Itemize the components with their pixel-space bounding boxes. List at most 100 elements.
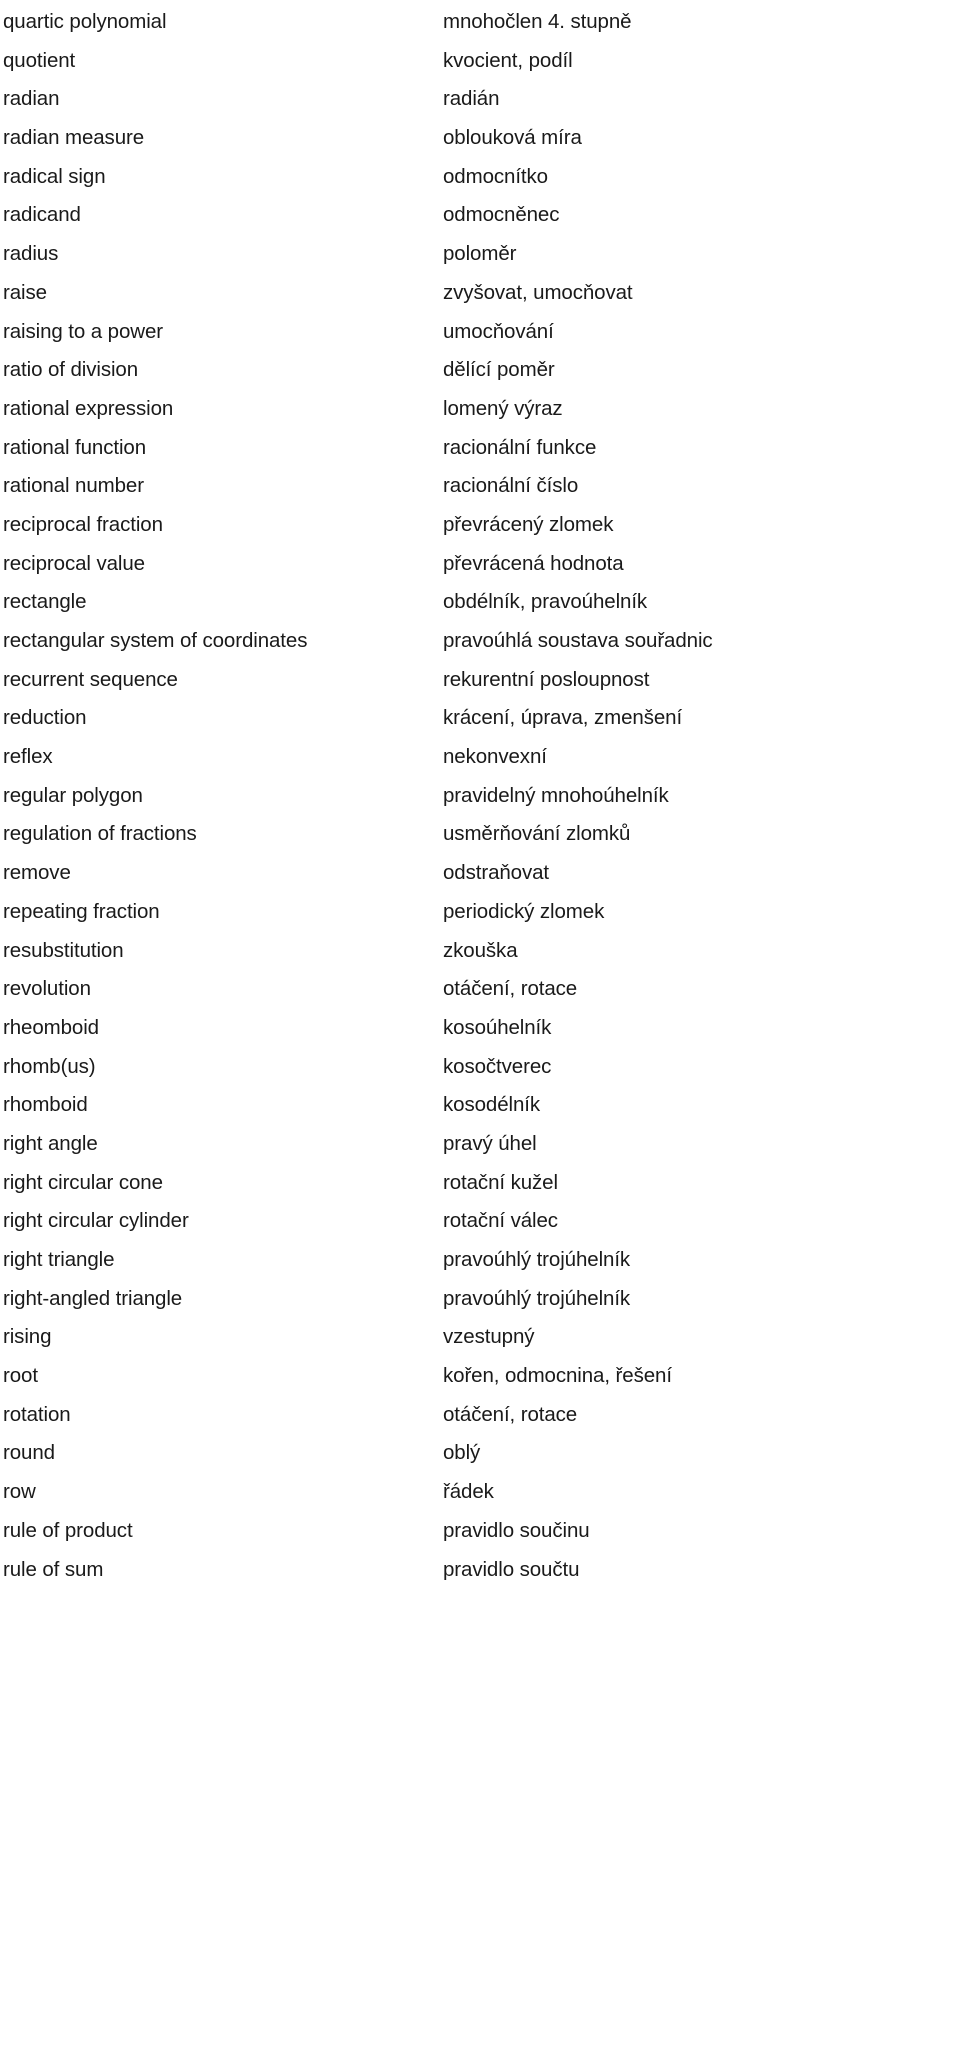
glossary-row: quartic polynomial mnohočlen 4. stupně <box>0 7 960 46</box>
glossary-row: right circular cone rotační kužel <box>0 1168 960 1207</box>
term-czech: radián <box>443 87 500 111</box>
term-czech: kořen, odmocnina, řešení <box>443 1364 672 1388</box>
term-czech: odmocnítko <box>443 164 548 188</box>
glossary-row: recurrent sequence rekurentní posloupnost <box>0 665 960 704</box>
glossary-row: rational expression lomený výraz <box>0 394 960 433</box>
glossary-row: radical sign odmocnítko <box>0 162 960 201</box>
glossary-row: rational function racionální funkce <box>0 433 960 472</box>
glossary-row: right circular cylinder rotační válec <box>0 1206 960 1245</box>
glossary-row: round oblý <box>0 1438 960 1477</box>
term-czech: vzestupný <box>443 1325 535 1349</box>
term-czech: mnohočlen 4. stupně <box>443 10 632 33</box>
glossary-row: radicand odmocněnec <box>0 200 960 239</box>
term-czech: dělící poměr <box>443 358 555 382</box>
term-czech: kosočtverec <box>443 1054 552 1078</box>
term-czech: pravidlo součinu <box>443 1518 590 1542</box>
glossary-row: radian radián <box>0 84 960 123</box>
term-english: rheomboid <box>3 1015 99 1039</box>
term-english: rule of product <box>3 1518 133 1542</box>
glossary-row: root kořen, odmocnina, řešení <box>0 1361 960 1400</box>
glossary-row: rhomb(us) kosočtverec <box>0 1052 960 1091</box>
term-english: quartic polynomial <box>3 10 167 33</box>
term-english: rising <box>3 1325 52 1349</box>
term-czech: racionální číslo <box>443 474 579 498</box>
term-english: right-angled triangle <box>3 1286 183 1310</box>
term-czech: oblouková míra <box>443 126 582 150</box>
term-english: radical sign <box>3 164 106 188</box>
glossary-row: reciprocal fraction převrácený zlomek <box>0 510 960 549</box>
term-czech: rotační kužel <box>443 1170 558 1194</box>
term-czech: převrácený zlomek <box>443 512 614 536</box>
term-english: reciprocal fraction <box>3 512 163 536</box>
glossary-row: radian measure oblouková míra <box>0 123 960 162</box>
glossary-row: rectangle obdélník, pravoúhelník <box>0 587 960 626</box>
term-czech: řádek <box>443 1480 494 1504</box>
glossary-row: resubstitution zkouška <box>0 936 960 975</box>
glossary-row: regulation of fractions usměrňování zlomk… <box>0 819 960 858</box>
term-czech: usměrňování zlomků <box>443 822 631 846</box>
term-english: rectangle <box>3 590 87 614</box>
term-english: rectangular system of coordinates <box>3 629 308 652</box>
term-english: right circular cone <box>3 1170 163 1194</box>
term-english: radian <box>3 87 60 111</box>
term-czech: převrácená hodnota <box>443 551 624 575</box>
term-english: resubstitution <box>3 938 124 962</box>
term-czech: nekonvexní <box>443 745 547 769</box>
term-english: remove <box>3 861 71 885</box>
glossary-row: rising vzestupný <box>0 1322 960 1361</box>
glossary-row: reduction krácení, úprava, zmenšení <box>0 703 960 742</box>
glossary-row: rational number racionální číslo <box>0 471 960 510</box>
glossary-row: raise zvyšovat, umocňovat <box>0 278 960 317</box>
term-czech: lomený výraz <box>443 396 563 420</box>
term-english: root <box>3 1364 38 1388</box>
term-english: radius <box>3 242 59 266</box>
term-czech: zkouška <box>443 938 518 962</box>
term-czech: oblý <box>443 1441 481 1465</box>
term-english: quotient <box>3 48 76 72</box>
term-czech: umocňování <box>443 319 554 343</box>
term-english: reciprocal value <box>3 551 145 575</box>
term-czech: pravidlo součtu <box>443 1557 580 1581</box>
term-czech: pravidelný mnohoúhelník <box>443 783 669 807</box>
term-english: round <box>3 1441 55 1465</box>
term-english: radian measure <box>3 126 145 150</box>
glossary-row: reciprocal value převrácená hodnota <box>0 549 960 588</box>
glossary-row: regular polygon pravidelný mnohoúhelník <box>0 781 960 820</box>
term-english: right triangle <box>3 1248 115 1271</box>
glossary-row: rule of product pravidlo součinu <box>0 1516 960 1555</box>
term-english: right angle <box>3 1131 98 1155</box>
term-czech: kosodélník <box>443 1093 541 1117</box>
glossary-row: quotient kvocient, podíl <box>0 46 960 85</box>
term-english: rational expression <box>3 396 174 420</box>
term-english: rhomb(us) <box>3 1054 96 1078</box>
glossary-row: right angle pravý úhel <box>0 1129 960 1168</box>
term-czech: kosoúhelník <box>443 1015 552 1039</box>
term-english: raising to a power <box>3 319 164 343</box>
term-czech: odmocněnec <box>443 203 560 227</box>
term-czech: obdélník, pravoúhelník <box>443 590 648 614</box>
term-english: rational number <box>3 474 144 498</box>
glossary-row: radius poloměr <box>0 239 960 278</box>
term-czech: zvyšovat, umocňovat <box>443 280 633 304</box>
term-english: recurrent sequence <box>3 667 178 691</box>
glossary-row: reflex nekonvexní <box>0 742 960 781</box>
term-english: rational function <box>3 435 147 459</box>
term-english: regular polygon <box>3 783 143 807</box>
glossary-row: repeating fraction periodický zlomek <box>0 897 960 936</box>
term-english: raise <box>3 280 47 304</box>
glossary-row: raising to a power umocňování <box>0 317 960 356</box>
term-english: rotation <box>3 1402 71 1426</box>
term-czech: rekurentní posloupnost <box>443 667 650 691</box>
term-czech: pravoúhlý trojúhelník <box>443 1248 631 1271</box>
term-czech: odstraňovat <box>443 861 550 885</box>
glossary-row: rotation otáčení, rotace <box>0 1400 960 1439</box>
term-czech: otáčení, rotace <box>443 977 578 1001</box>
term-english: reflex <box>3 745 53 769</box>
glossary-page: quartic polynomial mnohočlen 4. stupně quo… <box>0 0 960 2060</box>
term-czech: racionální funkce <box>443 435 597 459</box>
term-czech: poloměr <box>443 242 517 266</box>
term-english: repeating fraction <box>3 899 160 923</box>
term-english: right circular cylinder <box>3 1209 189 1233</box>
term-english: radicand <box>3 203 81 227</box>
term-english: ratio of division <box>3 358 139 382</box>
